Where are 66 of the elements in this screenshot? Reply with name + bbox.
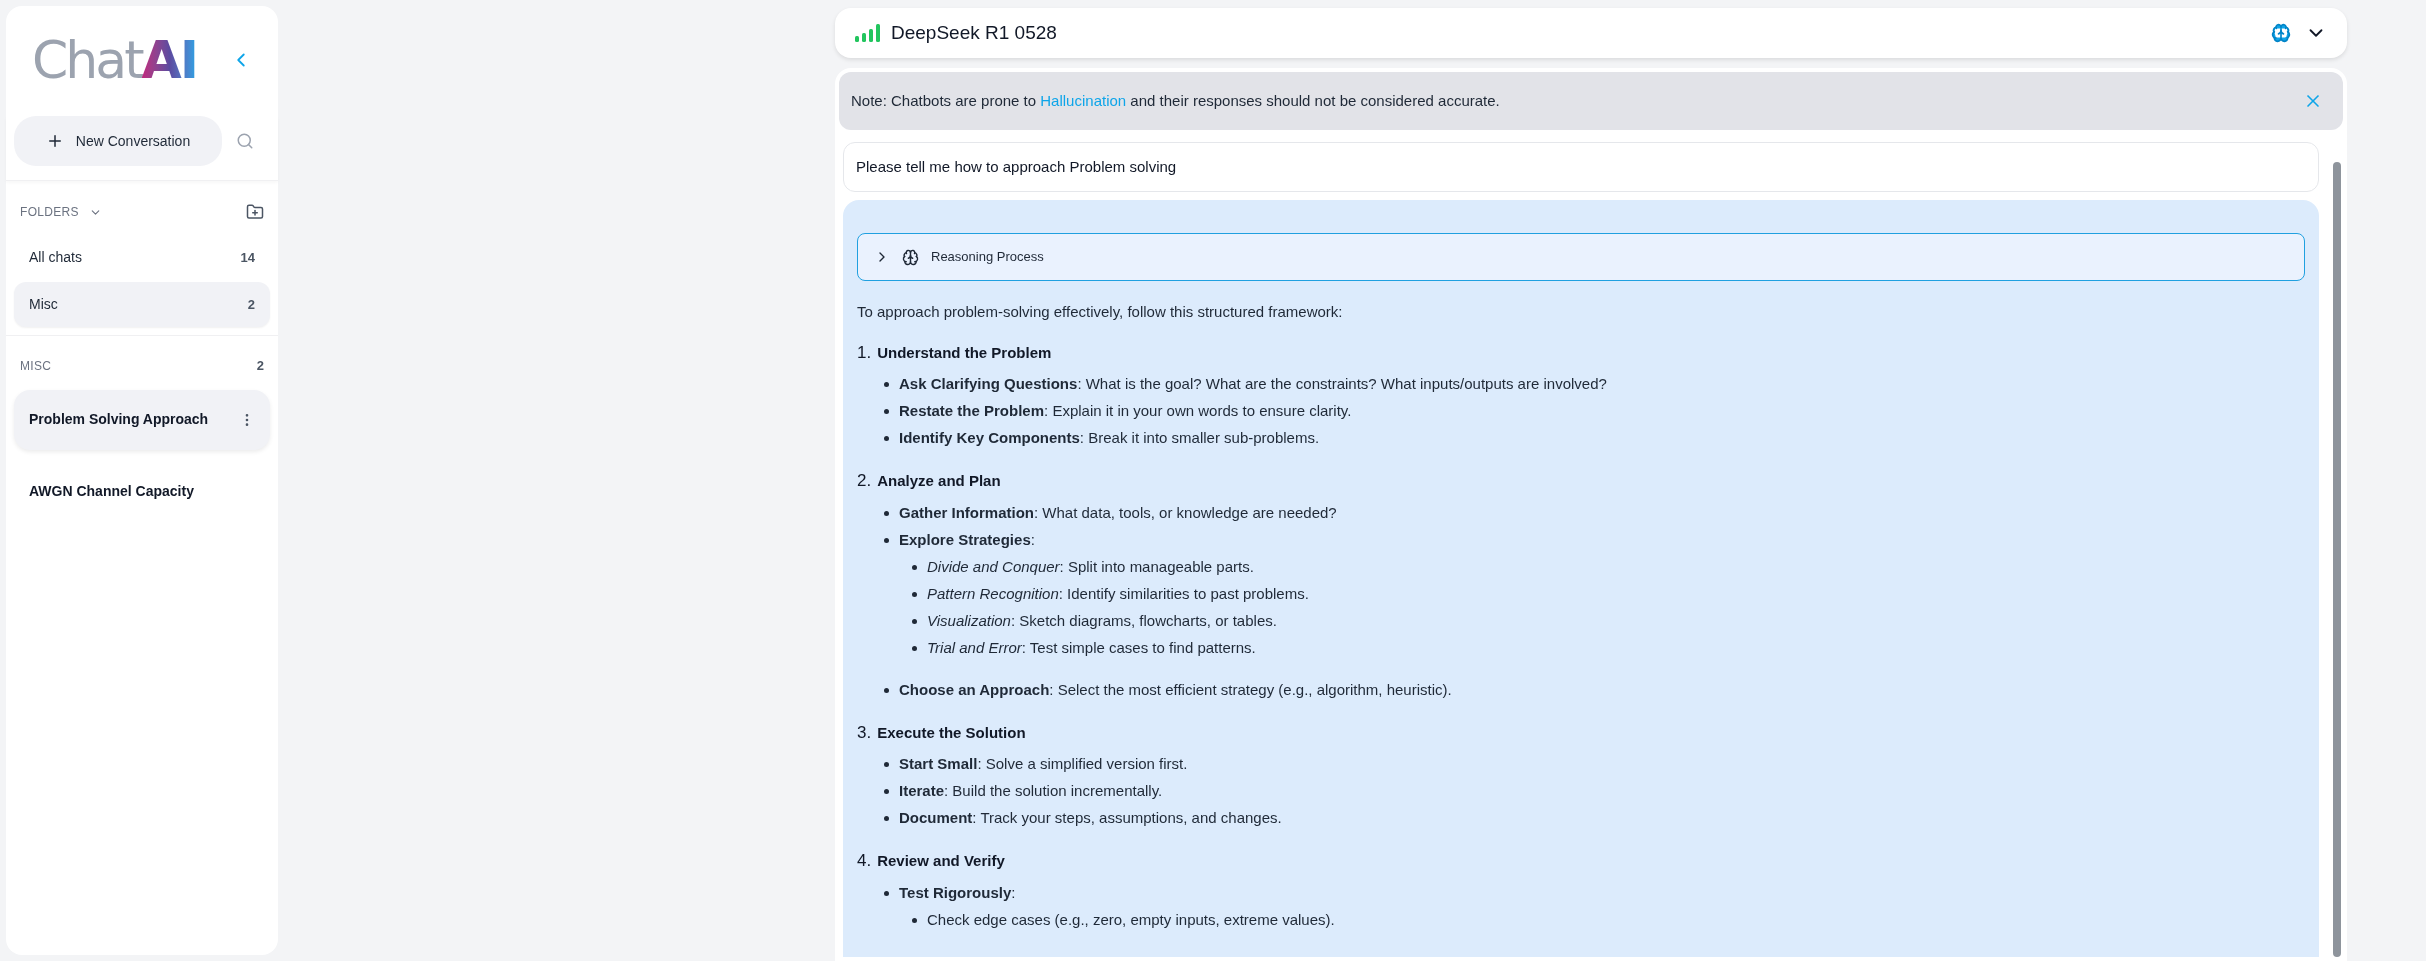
list-item-text: Document: Track your steps, assumptions, and changes. [899, 808, 1282, 829]
group-count: 2 [256, 357, 264, 375]
folder-item[interactable]: Misc 2 [14, 282, 270, 327]
list-item-text: Explore Strategies: [899, 529, 1035, 550]
folder-plus-icon [246, 203, 264, 221]
bullet-icon [912, 564, 917, 570]
list-item-text: Pattern Recognition: Identify similarities to past problems. [927, 583, 1309, 604]
bullet-icon [884, 890, 889, 896]
chat-item[interactable]: Problem Solving Approach [14, 389, 270, 450]
section-heading: Execute the Solution [877, 722, 1026, 743]
folder-count: 14 [240, 248, 255, 267]
list-item-text: Identify Key Components: Break it into smaller sub-problems. [899, 428, 1320, 449]
note-text: Note: Chatbots are prone to Hallucination and their responses should not be considered accurate. [851, 90, 1500, 111]
chat-title: Problem Solving Approach [29, 410, 209, 429]
bullet-icon [912, 591, 917, 597]
reasoning-toggle[interactable]: Reasoning Process [857, 233, 2305, 281]
list-item-text: Iterate: Build the solution incrementally. [899, 781, 1163, 802]
list-item-text: Trial and Error: Test simple cases to find patterns. [927, 637, 1256, 658]
folder-label: All chats [29, 248, 82, 267]
bullet-icon [884, 687, 889, 693]
intro-text: To approach problem-solving effectively, follow this structured framework: [857, 302, 1344, 322]
bullet-icon [912, 917, 917, 923]
user-message: Please tell me how to approach Problem solving [843, 142, 2319, 192]
section-heading: Review and Verify [877, 851, 1005, 871]
bullet-icon [912, 645, 917, 651]
model-name: DeepSeek R1 0528 [891, 20, 1057, 45]
bullet-icon [884, 789, 889, 794]
section-number: 4. [857, 850, 872, 872]
bullet-icon [884, 436, 889, 441]
list-item-text: Visualization: Sketch diagrams, flowcharts, or tables. [927, 610, 1277, 631]
bullet-icon [884, 382, 889, 387]
folders-toggle[interactable]: FOLDERS [20, 203, 102, 221]
bullet-icon [884, 816, 889, 821]
list-item-text: Choose an Approach: Select the most efficient strategy (e.g., algorithm, heuristic). [899, 679, 1452, 700]
list-item-text: Start Small: Solve a simplified version first. [899, 754, 1188, 775]
brain-icon [2271, 23, 2291, 43]
section-number: 1. [857, 341, 872, 364]
search-button[interactable] [236, 132, 254, 150]
folder-item[interactable]: All chats 14 [14, 235, 270, 280]
bullet-icon [884, 537, 889, 543]
section-number: 3. [857, 721, 872, 744]
brain-icon [902, 248, 919, 266]
list-item-text: Divide and Conquer: Split into manageable parts. [927, 556, 1254, 577]
section-number: 2. [857, 470, 872, 492]
chat-title: AWGN Channel Capacity [29, 482, 194, 501]
scrollbar[interactable] [2333, 162, 2341, 957]
section-heading: Understand the Problem [877, 342, 1052, 363]
folder-label: Misc [29, 295, 58, 314]
list-item-text: Ask Clarifying Questions: What is the goal? What are the constraints? What inputs/outputs are involved? [899, 374, 1607, 395]
bullet-icon [884, 510, 889, 516]
bullet-icon [884, 762, 889, 767]
logo: ChatAI [32, 34, 198, 86]
bullet-icon [884, 409, 889, 414]
list-item-text: Gather Information: What data, tools, or knowledge are needed? [899, 502, 1337, 523]
chat-item[interactable]: AWGN Channel Capacity [14, 461, 270, 522]
list-item-text: Test Rigorously: [899, 882, 1016, 903]
folder-count: 2 [247, 295, 255, 314]
search-icon [236, 132, 254, 150]
new-conversation-button[interactable]: New Conversation [14, 116, 222, 166]
bullet-icon [912, 618, 917, 624]
group-label: MISC [20, 357, 52, 375]
list-item-text: Restate the Problem: Explain it in your own words to ensure clarity. [899, 401, 1352, 422]
signal-icon [855, 24, 881, 42]
list-item-text: Check edge cases (e.g., zero, empty inputs, extreme values). [927, 909, 1335, 930]
new-folder-button[interactable] [246, 203, 264, 221]
section-heading: Analyze and Plan [877, 471, 1001, 491]
